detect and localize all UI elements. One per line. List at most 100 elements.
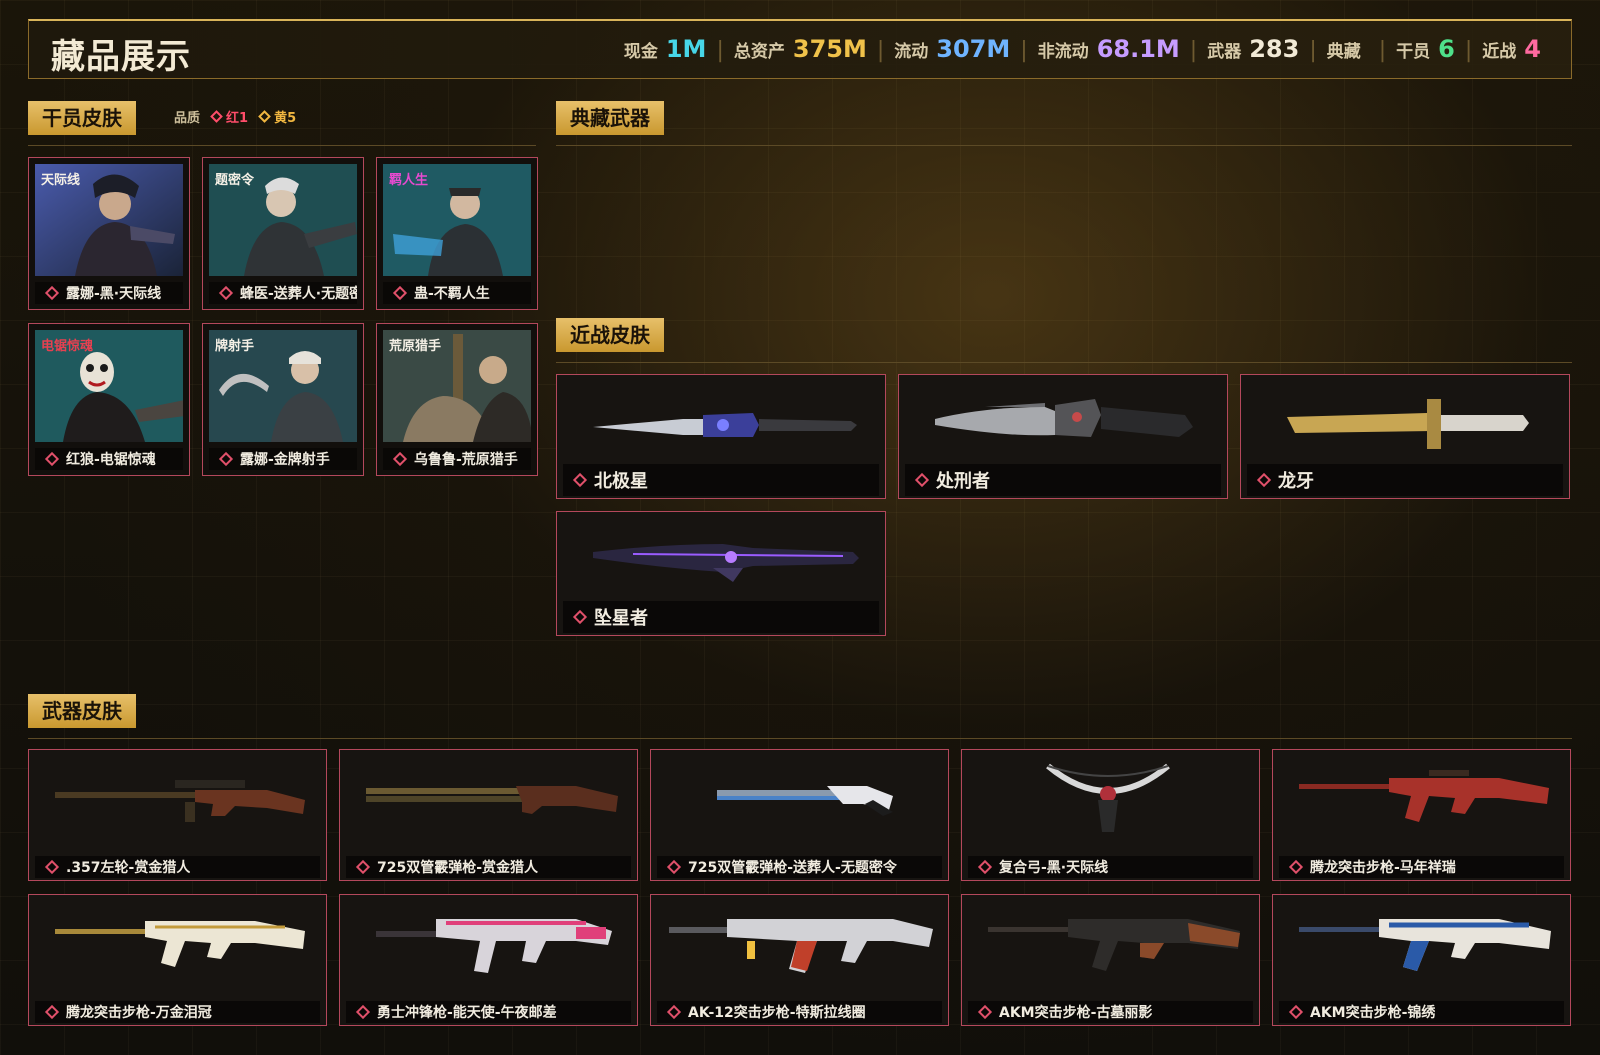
card-caption: 露娜-金牌射手 [209,448,357,470]
melee-skin-card[interactable]: 龙牙 [1240,374,1570,499]
weapon-skin-card[interactable]: 腾龙突击步枪-万金泪冠 [28,894,327,1026]
weapon-skin-card[interactable]: 725双管霰弹枪-送葬人-无题密令 [650,749,949,881]
diamond-icon [44,285,60,301]
divider: | [1378,38,1387,63]
operator-skin-card[interactable]: 题密令 蜂医-送葬人·无题密令 [202,157,364,310]
portrait-art: 牌射手 [209,330,357,442]
weapon-skin-card[interactable]: AKM突击步枪-锦绣 [1272,894,1571,1026]
weapon-skin-card[interactable]: 725双管霰弹枪-赏金猎人 [339,749,638,881]
divider: | [1309,38,1317,63]
stat-label: 武器 [1207,42,1242,62]
melee-skin-name: 处刑者 [936,471,990,492]
diamond-icon [392,451,408,467]
divider: | [876,38,885,63]
weapon-skin-name: .357左轮-赏金猎人 [66,860,191,876]
stat-nonliquid: 非流动 68.1M [1038,35,1180,63]
card-caption: 露娜-黑·天际线 [35,282,183,304]
operator-portrait: 题密令 [209,164,357,276]
bow-art [1046,763,1170,832]
operator-skin-card[interactable]: 牌射手 露娜-金牌射手 [202,323,364,476]
stat-label: 总资产 [733,42,785,62]
operator-portrait: 牌射手 [209,330,357,442]
card-caption: 红狼-电锯惊魂 [35,448,183,470]
diamond-icon [572,609,588,625]
card-caption: 乌鲁鲁-荒原猎手 [383,448,531,470]
divider: | [1020,38,1028,63]
diamond-icon [218,451,234,467]
knife-art [935,399,1193,437]
weapon-skin-name: 725双管霰弹枪-赏金猎人 [377,860,539,876]
svg-text:牌射手: 牌射手 [215,338,254,354]
stat-cash: 现金 1M [624,35,707,63]
stat-value: 4 [1524,35,1541,63]
section-divider [28,738,1572,739]
operator-portrait: 羁人生 [383,164,531,276]
section-divider [28,145,536,146]
weapon-skin-card[interactable]: AK-12突击步枪-特斯拉线圈 [650,894,949,1026]
shotgun-art [366,786,618,814]
diamond-icon [914,472,930,488]
stat-label: 干员 [1396,42,1431,62]
diamond-icon [44,451,60,467]
diamond-icon [258,110,271,123]
operator-skin-card[interactable]: 电锯惊魂 红狼-电锯惊魂 [28,323,190,476]
diamond-icon [572,472,588,488]
weapon-art [1279,756,1564,846]
melee-art [1247,385,1563,465]
diamond-icon [44,1004,60,1020]
stat-collection: 典藏 [1327,37,1369,62]
diamond-icon [977,859,993,875]
quality-label: 品质 [174,111,201,126]
operator-skin-card[interactable]: 荒原猎手 乌鲁鲁-荒原猎手 [376,323,538,476]
stat-label: 近战 [1482,42,1517,62]
section-title-operator-skins: 干员皮肤 [28,101,136,135]
melee-skin-card[interactable]: 处刑者 [898,374,1228,499]
operator-skin-card[interactable]: 天际线 露娜-黑·天际线 [28,157,190,310]
section-divider [556,145,1572,146]
stat-value: 283 [1249,35,1300,63]
operator-skin-name: 蜂医-送葬人·无题密令 [240,286,357,302]
card-caption: .357左轮-赏金猎人 [35,856,320,878]
card-caption: 坠星者 [563,601,879,633]
card-caption: 北极星 [563,464,879,496]
melee-skin-card[interactable]: 北极星 [556,374,886,499]
weapon-art [35,901,320,991]
card-caption: 腾龙突击步枪-马年祥瑞 [1279,856,1564,878]
quality-red-label: 红1 [226,111,249,126]
diamond-icon [1288,1004,1304,1020]
weapon-art [1279,901,1564,991]
stat-value: 1M [665,35,707,63]
stat-label: 流动 [894,42,929,62]
rifle-art [1299,770,1549,822]
weapon-skin-card[interactable]: 复合弓-黑·天际线 [961,749,1260,881]
weapon-art [968,756,1253,846]
weapon-skin-name: 腾龙突击步枪-马年祥瑞 [1310,860,1456,876]
weapon-skin-card[interactable]: 勇士冲锋枪-能天使-午夜邮差 [339,894,638,1026]
card-caption: 腾龙突击步枪-万金泪冠 [35,1001,320,1023]
card-caption: 龙牙 [1247,464,1563,496]
header-bar: 藏品展示 现金 1M | 总资产 375M | 流动 307M | 非流动 68.1M … [28,19,1572,79]
melee-skin-card[interactable]: 坠星者 [556,511,886,636]
card-caption: 725双管霰弹枪-赏金猎人 [346,856,631,878]
svg-text:羁人生: 羁人生 [389,172,428,188]
weapon-art [657,756,942,846]
weapon-skin-card[interactable]: .357左轮-赏金猎人 [28,749,327,881]
portrait-art: 天际线 [35,164,183,276]
operator-skin-card[interactable]: 羁人生 蛊-不羁人生 [376,157,538,310]
smg-art [376,919,612,973]
stats-bar: 现金 1M | 总资产 375M | 流动 307M | 非流动 68.1M | 武器 2… [624,35,1541,63]
card-caption: 蜂医-送葬人·无题密令 [209,282,357,304]
card-caption: AKM突击步枪-古墓丽影 [968,1001,1253,1023]
weapon-skin-name: 复合弓-黑·天际线 [999,860,1109,876]
weapon-skin-card[interactable]: 腾龙突击步枪-马年祥瑞 [1272,749,1571,881]
card-caption: 处刑者 [905,464,1221,496]
stat-value: 307M [936,35,1011,63]
divider: | [716,38,724,63]
diamond-icon [210,110,223,123]
weapon-skin-card[interactable]: AKM突击步枪-古墓丽影 [961,894,1260,1026]
melee-skin-name: 龙牙 [1278,471,1314,492]
weapon-skin-name: AK-12突击步枪-特斯拉线圈 [688,1005,866,1021]
quality-legend: 品质 红1 黄5 [174,107,308,126]
diamond-icon [355,1004,371,1020]
card-caption: AKM突击步枪-锦绣 [1279,1001,1564,1023]
